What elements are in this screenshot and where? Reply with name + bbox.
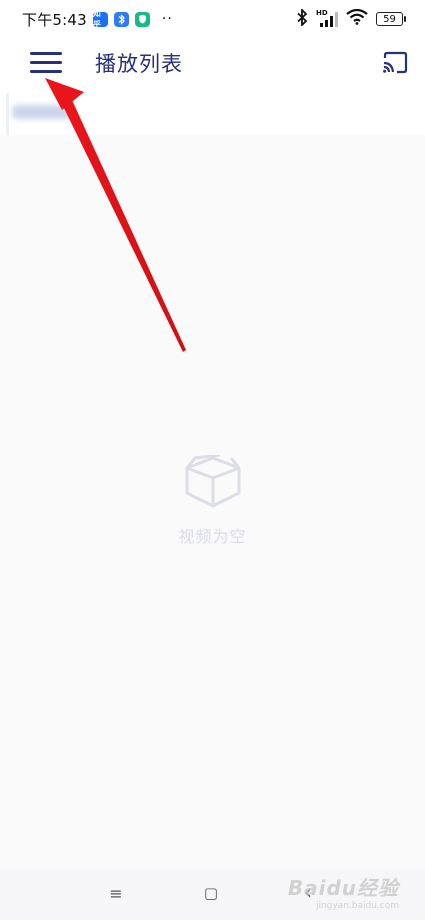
phone-screen: 下午5:43 知乎 ·· HD 59 播放列表 视频为空 ≡ ▢ ‹ Baidu… [0, 0, 425, 920]
cast-button[interactable] [381, 50, 409, 76]
playlist-content: 视频为空 [0, 135, 425, 870]
blurred-tab[interactable] [12, 105, 74, 119]
tab-strip [0, 93, 425, 173]
home-button[interactable]: ▢ [200, 884, 222, 906]
empty-state: 视频为空 [0, 455, 425, 547]
hamburger-icon-line [30, 61, 62, 64]
menu-button[interactable] [30, 52, 64, 74]
cast-icon [383, 51, 408, 74]
zhihu-app-icon: 知乎 [92, 9, 108, 29]
status-time: 下午5:43 [22, 10, 87, 29]
cellular-signal-icon: HD [316, 9, 338, 28]
watermark-url: jingyan.baidu.com [315, 901, 399, 911]
status-bar: 下午5:43 知乎 ·· HD 59 [0, 0, 425, 38]
battery-indicator: 59 [376, 12, 406, 26]
watermark: Baidu经验 jingyan.baidu.com [288, 872, 399, 911]
wifi-icon [346, 8, 368, 29]
shield-app-icon [134, 11, 150, 27]
status-left: 下午5:43 知乎 ·· [22, 9, 173, 30]
watermark-brand: Baidu经验 [287, 876, 399, 900]
page-title: 播放列表 [95, 52, 183, 76]
hamburger-icon-line [30, 70, 62, 73]
empty-box-icon [185, 455, 240, 508]
recent-apps-button[interactable]: ≡ [105, 884, 127, 906]
hamburger-icon [30, 52, 62, 55]
bluetooth-app-icon [113, 11, 129, 27]
bluetooth-icon [296, 7, 308, 30]
empty-message: 视频为空 [178, 527, 247, 546]
more-notifications-icon: ·· [161, 11, 173, 27]
status-right: HD 59 [296, 7, 406, 30]
app-header: 播放列表 [0, 38, 425, 88]
